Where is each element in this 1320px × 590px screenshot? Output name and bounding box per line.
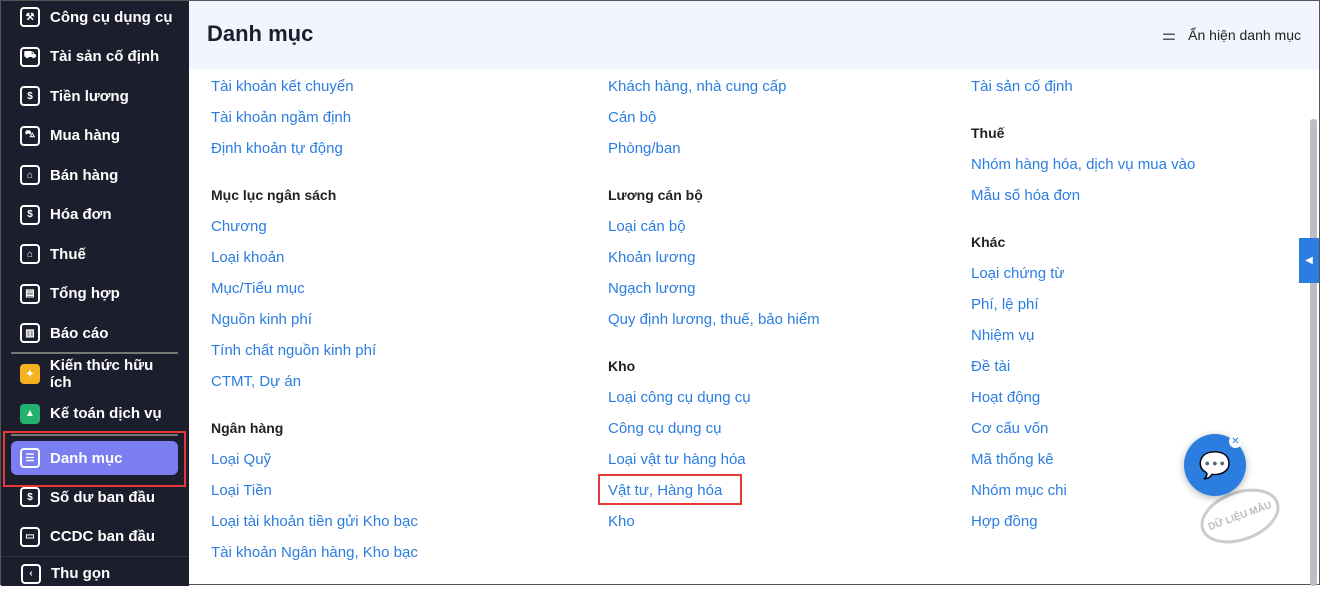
- sidebar-item-label: Kiến thức hữu ích: [49, 357, 154, 391]
- category-link[interactable]: Loại chứng từ: [971, 258, 1195, 289]
- column-2: Khách hàng, nhà cung cấp Cán bộ Phòng/ban L…: [608, 71, 820, 537]
- tools-icon: ⚒: [20, 7, 40, 27]
- sidebar-item-5[interactable]: $ Hóa đơn: [11, 198, 178, 232]
- toggle-categories-button[interactable]: ⚌ Ẩn hiện danh mục: [1162, 25, 1301, 45]
- header: Danh mục ⚌ Ẩn hiện danh mục: [189, 1, 1319, 69]
- chat-bubbles-icon: 💬: [1198, 449, 1232, 480]
- sidebar-item-6[interactable]: ⌂ Thuế: [11, 237, 178, 271]
- caret-left-icon: ◀: [1305, 255, 1313, 266]
- sidebar-item-7[interactable]: ▤ Tổng hợp: [11, 277, 178, 311]
- bank-icon: ⌂: [20, 244, 40, 264]
- category-link[interactable]: Loại vật tư hàng hóa: [608, 444, 820, 475]
- group-heading: Kho: [608, 358, 636, 374]
- category-link[interactable]: Mục/Tiểu mục: [211, 273, 418, 304]
- category-link[interactable]: Mẫu số hóa đơn: [971, 180, 1195, 211]
- report-chart-icon: ▥: [20, 323, 40, 343]
- toggle-label: Ẩn hiện danh mục: [1188, 27, 1301, 43]
- column-1: Tài khoản kết chuyển Tài khoản ngầm định Đ…: [211, 71, 418, 568]
- sidebar-item-4[interactable]: ⌂ Bán hàng: [11, 158, 178, 192]
- group-heading: Mục lục ngân sách: [211, 187, 337, 203]
- category-link[interactable]: Nhóm hàng hóa, dịch vụ mua vào: [971, 149, 1195, 180]
- sidebar-item-label: Tổng hợp: [50, 285, 120, 302]
- sidebar-item-3[interactable]: ⛍ Mua hàng: [11, 119, 178, 153]
- category-link[interactable]: Tính chất nguồn kinh phí: [211, 335, 418, 366]
- category-link[interactable]: Công cụ dụng cụ: [608, 413, 820, 444]
- salary-bag-icon: $: [20, 86, 40, 106]
- sidebar-item-1[interactable]: ⛟ Tài sản cố định: [11, 40, 178, 74]
- category-link[interactable]: Loại cán bộ: [608, 211, 820, 242]
- sidebar-item-label: Hóa đơn: [50, 206, 112, 223]
- category-link[interactable]: Tài khoản Ngân hàng, Kho bạc: [211, 537, 418, 568]
- category-link[interactable]: Kho: [608, 506, 820, 537]
- devices-icon: ▭: [20, 526, 40, 547]
- sidebar-item-label: Thuế: [50, 245, 86, 263]
- category-link[interactable]: Loại khoản: [211, 242, 418, 273]
- highlight-box: [3, 431, 186, 487]
- category-link[interactable]: Loại tài khoản tiền gửi Kho bạc: [211, 506, 418, 537]
- category-link[interactable]: Phí, lệ phí: [971, 289, 1195, 320]
- sidebar-item-2[interactable]: $ Tiền lương: [11, 79, 178, 113]
- store-icon: ⌂: [20, 165, 40, 185]
- category-link[interactable]: Nhiệm vụ: [971, 320, 1195, 351]
- summary-icon: ▤: [20, 283, 40, 304]
- sidebar-item-0[interactable]: ⚒ Công cụ dụng cụ: [11, 0, 178, 34]
- sidebar-divider: [11, 352, 178, 354]
- page-title: Danh mục: [207, 21, 314, 46]
- sidebar-item-label: Tài sản cố định: [50, 48, 160, 65]
- group-heading: Ngân hàng: [211, 420, 284, 436]
- sidebar-item-label: Bán hàng: [50, 166, 119, 184]
- category-link[interactable]: Chương: [211, 211, 418, 242]
- sidebar-item-label: Tiền lương: [50, 87, 129, 105]
- category-link[interactable]: Loại Tiền: [211, 475, 418, 506]
- category-link[interactable]: Khoản lương: [608, 242, 820, 273]
- category-link[interactable]: Nguồn kinh phí: [211, 304, 418, 335]
- sidebar-item-label: Mua hàng: [50, 127, 120, 144]
- category-link[interactable]: Hoạt động: [971, 382, 1195, 413]
- category-link[interactable]: Phòng/ban: [608, 133, 820, 164]
- scrollbar[interactable]: [1310, 119, 1317, 586]
- group-heading: Thuế: [971, 125, 1005, 141]
- sidebar: ⚒ Công cụ dụng cụ ⛟ Tài sản cố định $ Tiền lư…: [1, 1, 189, 586]
- sidebar-item-label: Báo cáo: [50, 324, 109, 342]
- sidebar-item-9[interactable]: ✦ Kiến thức hữu ích: [11, 357, 178, 391]
- sidebar-item-label: CCDC ban đầu: [50, 528, 155, 545]
- sidebar-item-10[interactable]: ▲ Kế toán dịch vụ: [11, 397, 178, 431]
- category-link[interactable]: Tài khoản ngầm định: [211, 102, 418, 133]
- category-link[interactable]: Cơ cấu vốn: [971, 413, 1195, 444]
- column-3: Tài sản cố định Thuế Nhóm hàng hóa, dịch v…: [971, 71, 1195, 537]
- collapse-label: Thu gọn: [51, 565, 111, 582]
- group-heading: Lương cán bộ: [608, 187, 703, 203]
- category-link[interactable]: Định khoản tự động: [211, 133, 418, 164]
- highlight-box: [598, 474, 742, 505]
- category-link[interactable]: Nhóm mục chi: [971, 475, 1195, 506]
- category-link[interactable]: Mã thống kê: [971, 444, 1195, 475]
- category-link[interactable]: Ngạch lương: [608, 273, 820, 304]
- service-icon: ▲: [20, 403, 40, 424]
- category-link[interactable]: Đề tài: [971, 351, 1195, 382]
- chat-close-icon[interactable]: ✕: [1229, 435, 1242, 448]
- category-link[interactable]: Loại công cụ dụng cụ: [608, 382, 820, 413]
- sidebar-item-8[interactable]: ▥ Báo cáo: [11, 316, 178, 350]
- sidebar-item-13[interactable]: ▭ CCDC ban đầu: [11, 520, 178, 554]
- cart-icon: ⛍: [20, 125, 40, 146]
- truck-icon: ⛟: [20, 46, 40, 67]
- sidebar-item-label: Kế toán dịch vụ: [50, 405, 162, 422]
- sidebar-item-label: Công cụ dụng cụ: [50, 8, 173, 26]
- sliders-icon: ⚌: [1161, 27, 1177, 44]
- collapse-icon: ‹: [21, 563, 41, 584]
- category-link[interactable]: Tài sản cố định: [971, 71, 1195, 102]
- group-heading: Khác: [971, 234, 1006, 250]
- category-link[interactable]: Khách hàng, nhà cung cấp: [608, 71, 820, 102]
- balance-icon: $: [20, 487, 40, 507]
- category-link[interactable]: Tài khoản kết chuyển: [211, 71, 418, 102]
- category-link[interactable]: Cán bộ: [608, 102, 820, 133]
- sidebar-item-label: Số dư ban đầu: [50, 488, 156, 506]
- knowledge-icon: ✦: [20, 364, 40, 384]
- category-link[interactable]: Loại Quỹ: [211, 444, 418, 475]
- invoice-icon: $: [20, 204, 40, 225]
- category-link[interactable]: Quy định lương, thuế, bảo hiểm: [608, 304, 820, 335]
- category-link[interactable]: CTMT, Dự án: [211, 366, 418, 397]
- category-link[interactable]: Hợp đồng: [971, 506, 1195, 537]
- collapse-panel-tab[interactable]: ◀: [1299, 238, 1319, 283]
